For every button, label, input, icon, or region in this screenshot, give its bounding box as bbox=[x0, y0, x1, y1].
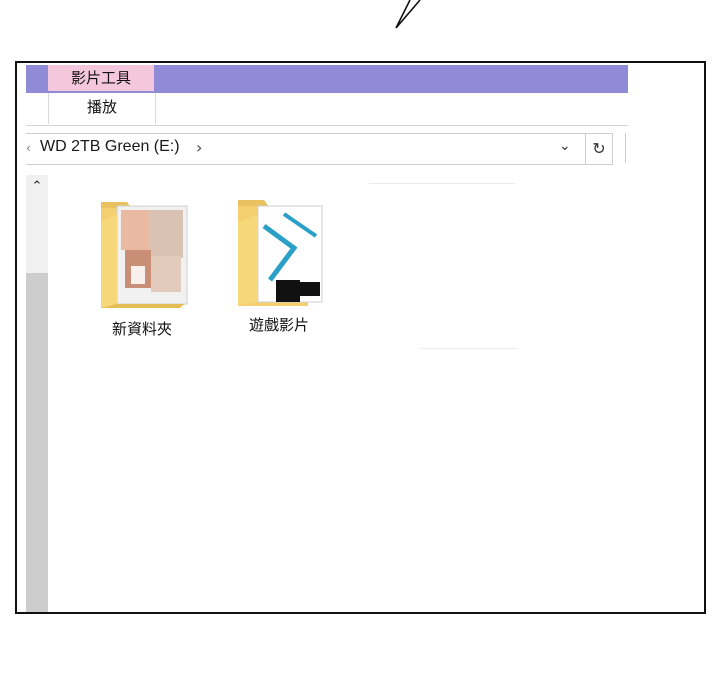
folder-item[interactable]: 新資料夾 bbox=[87, 196, 197, 346]
breadcrumb-chevron-icon[interactable]: › bbox=[196, 138, 202, 157]
scroll-thumb[interactable] bbox=[26, 273, 48, 612]
search-box-edge[interactable] bbox=[625, 133, 630, 163]
address-path[interactable]: WD 2TB Green (E:) bbox=[40, 138, 180, 156]
vertical-scrollbar[interactable]: ⌃ bbox=[26, 175, 48, 612]
explorer-window: 影片工具 播放 ‹ WD 2TB Green (E:) › ⌄ ↻ ⌃ 新資料夾 bbox=[15, 61, 706, 614]
chevron-down-icon[interactable]: ⌄ bbox=[559, 138, 571, 154]
divider bbox=[421, 348, 517, 349]
ribbon-tab-row: 播放 bbox=[26, 93, 628, 126]
address-left-marker: ‹ bbox=[26, 141, 31, 155]
tab-video-tools[interactable]: 影片工具 bbox=[48, 65, 154, 91]
refresh-button[interactable]: ↻ bbox=[585, 133, 613, 165]
folder-name: 遊戲影片 bbox=[248, 316, 309, 334]
scroll-up-icon[interactable]: ⌃ bbox=[26, 175, 48, 199]
folder-name: 新資料夾 bbox=[111, 320, 172, 338]
speech-bubble-tail bbox=[395, 0, 421, 29]
folder-with-media-icon bbox=[238, 200, 323, 306]
address-bar[interactable]: ‹ WD 2TB Green (E:) › ⌄ bbox=[26, 133, 587, 165]
divider bbox=[369, 183, 515, 184]
tab-play[interactable]: 播放 bbox=[48, 93, 156, 124]
folder-item[interactable]: 遊戲影片 bbox=[224, 196, 334, 346]
folder-with-photos-icon bbox=[101, 202, 188, 308]
